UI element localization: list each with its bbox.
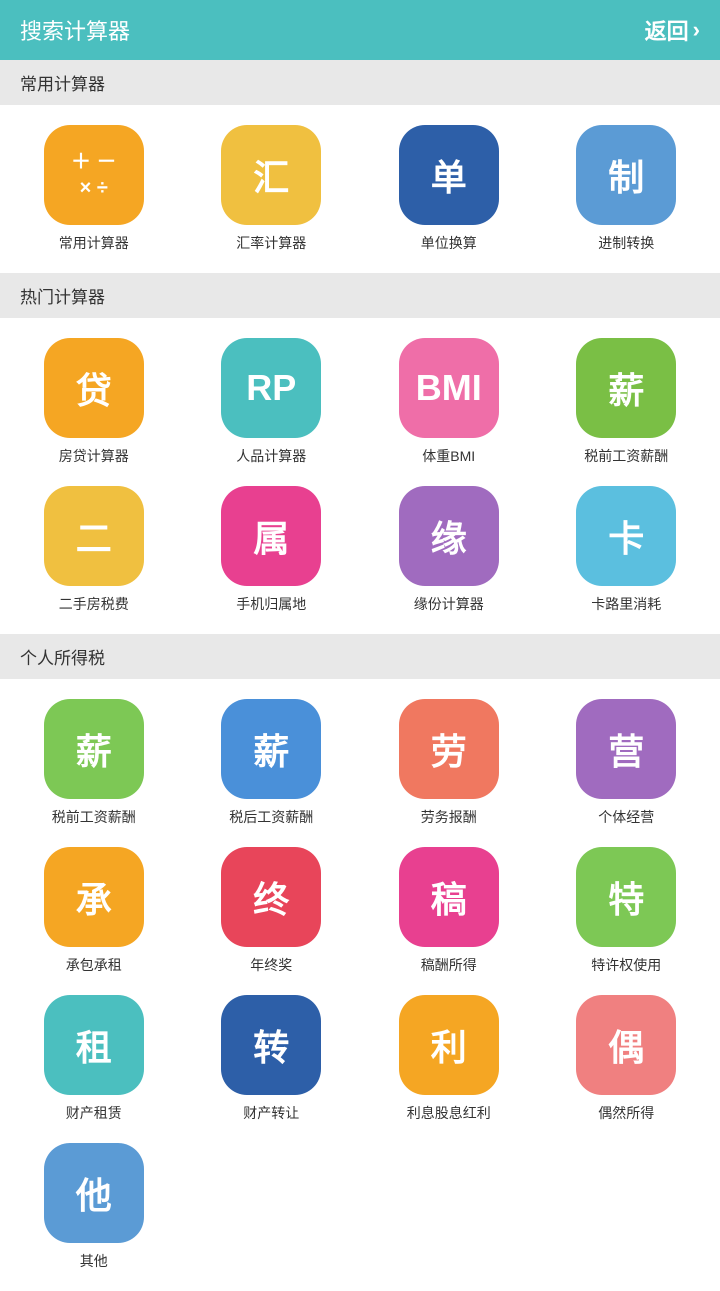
grid-item-contract[interactable]: 承承包承租 — [10, 847, 178, 975]
label-self-employ: 个体经营 — [598, 807, 654, 827]
grid-item-license[interactable]: 特特许权使用 — [543, 847, 711, 975]
grid-item-pretax-salary[interactable]: 薪税前工资薪酬 — [543, 338, 711, 466]
label-property-rent: 财产租赁 — [66, 1103, 122, 1123]
icon-calorie: 卡 — [576, 486, 676, 586]
app-header: 搜索计算器 返回 › — [0, 0, 720, 60]
label-occasional: 偶然所得 — [598, 1103, 654, 1123]
grid-item-phone-attr[interactable]: 属手机归属地 — [188, 486, 356, 614]
label-posttax-salary: 税后工资薪酬 — [229, 807, 313, 827]
icon-fate: 缘 — [399, 486, 499, 586]
icon-mortgage: 贷 — [44, 338, 144, 438]
icon-posttax-salary: 薪 — [221, 699, 321, 799]
label-second-house: 二手房税费 — [59, 594, 129, 614]
label-rp: 人品计算器 — [236, 446, 306, 466]
label-fate: 缘份计算器 — [414, 594, 484, 614]
grid-item-mortgage[interactable]: 贷房贷计算器 — [10, 338, 178, 466]
icon-phone-attr: 属 — [221, 486, 321, 586]
grid-item-unit-convert[interactable]: 单单位换算 — [365, 125, 533, 253]
icon-property-rent: 租 — [44, 995, 144, 1095]
grid-item-other[interactable]: 他其他 — [10, 1143, 178, 1271]
grid-common: ＋ －× ÷常用计算器汇汇率计算器单单位换算制进制转换 — [10, 125, 710, 253]
icon-base-convert: 制 — [576, 125, 676, 225]
icon-license: 特 — [576, 847, 676, 947]
label-contract: 承包承租 — [66, 955, 122, 975]
grid-item-interest[interactable]: 利利息股息红利 — [365, 995, 533, 1123]
label-license: 特许权使用 — [591, 955, 661, 975]
icon-common-calc: ＋ －× ÷ — [44, 125, 144, 225]
icon-contract: 承 — [44, 847, 144, 947]
icon-occasional: 偶 — [576, 995, 676, 1095]
icon-labor: 劳 — [399, 699, 499, 799]
label-common-calc: 常用计算器 — [59, 233, 129, 253]
label-mortgage: 房贷计算器 — [59, 446, 129, 466]
label-property-transfer: 财产转让 — [243, 1103, 299, 1123]
icon-bmi: BMI — [399, 338, 499, 438]
icon-second-house: 二 — [44, 486, 144, 586]
grid-section-hot: 贷房贷计算器RP人品计算器BMI体重BMI薪税前工资薪酬二二手房税费属手机归属地… — [0, 318, 720, 634]
grid-item-occasional[interactable]: 偶偶然所得 — [543, 995, 711, 1123]
grid-section-income-tax: 薪税前工资薪酬薪税后工资薪酬劳劳务报酬营个体经营承承包承租终年终奖稿稿酬所得特特… — [0, 679, 720, 1291]
label-bmi: 体重BMI — [422, 446, 475, 466]
icon-unit-convert: 单 — [399, 125, 499, 225]
icon-pretax-salary: 薪 — [576, 338, 676, 438]
section-label-income-tax: 个人所得税 — [0, 634, 720, 679]
grid-item-bmi[interactable]: BMI 体重BMI — [365, 338, 533, 466]
grid-item-fate[interactable]: 缘缘份计算器 — [365, 486, 533, 614]
label-manuscript: 稿酬所得 — [421, 955, 477, 975]
label-year-bonus: 年终奖 — [250, 955, 292, 975]
icon-exchange-rate: 汇 — [221, 125, 321, 225]
icon-self-employ: 营 — [576, 699, 676, 799]
grid-item-property-rent[interactable]: 租财产租赁 — [10, 995, 178, 1123]
grid-item-self-employ[interactable]: 营个体经营 — [543, 699, 711, 827]
grid-item-rp[interactable]: RP 人品计算器 — [188, 338, 356, 466]
grid-item-manuscript[interactable]: 稿稿酬所得 — [365, 847, 533, 975]
section-label-hot: 热门计算器 — [0, 273, 720, 318]
icon-pretax-salary2: 薪 — [44, 699, 144, 799]
section-label-common: 常用计算器 — [0, 60, 720, 105]
icon-year-bonus: 终 — [221, 847, 321, 947]
label-calorie: 卡路里消耗 — [591, 594, 661, 614]
icon-manuscript: 稿 — [399, 847, 499, 947]
icon-property-transfer: 转 — [221, 995, 321, 1095]
grid-section-common: ＋ －× ÷常用计算器汇汇率计算器单单位换算制进制转换 — [0, 105, 720, 273]
label-base-convert: 进制转换 — [598, 233, 654, 253]
label-labor: 劳务报酬 — [421, 807, 477, 827]
chevron-icon: › — [693, 17, 700, 43]
icon-rp: RP — [221, 338, 321, 438]
grid-hot: 贷房贷计算器RP人品计算器BMI体重BMI薪税前工资薪酬二二手房税费属手机归属地… — [10, 338, 710, 614]
back-label: 返回 — [645, 14, 689, 46]
grid-item-exchange-rate[interactable]: 汇汇率计算器 — [188, 125, 356, 253]
grid-item-calorie[interactable]: 卡卡路里消耗 — [543, 486, 711, 614]
header-title: 搜索计算器 — [20, 14, 130, 46]
label-pretax-salary: 税前工资薪酬 — [584, 446, 668, 466]
grid-item-year-bonus[interactable]: 终年终奖 — [188, 847, 356, 975]
label-pretax-salary2: 税前工资薪酬 — [52, 807, 136, 827]
label-phone-attr: 手机归属地 — [236, 594, 306, 614]
icon-other: 他 — [44, 1143, 144, 1243]
grid-item-pretax-salary2[interactable]: 薪税前工资薪酬 — [10, 699, 178, 827]
label-unit-convert: 单位换算 — [421, 233, 477, 253]
grid-item-posttax-salary[interactable]: 薪税后工资薪酬 — [188, 699, 356, 827]
grid-item-property-transfer[interactable]: 转财产转让 — [188, 995, 356, 1123]
grid-item-second-house[interactable]: 二二手房税费 — [10, 486, 178, 614]
app-content: 常用计算器＋ －× ÷常用计算器汇汇率计算器单单位换算制进制转换热门计算器贷房贷… — [0, 60, 720, 1291]
grid-item-base-convert[interactable]: 制进制转换 — [543, 125, 711, 253]
back-button[interactable]: 返回 › — [645, 14, 700, 46]
label-other: 其他 — [80, 1251, 108, 1271]
grid-item-labor[interactable]: 劳劳务报酬 — [365, 699, 533, 827]
grid-item-common-calc[interactable]: ＋ －× ÷ 常用计算器 — [10, 125, 178, 253]
grid-income-tax: 薪税前工资薪酬薪税后工资薪酬劳劳务报酬营个体经营承承包承租终年终奖稿稿酬所得特特… — [10, 699, 710, 1271]
label-interest: 利息股息红利 — [407, 1103, 491, 1123]
label-exchange-rate: 汇率计算器 — [236, 233, 306, 253]
icon-interest: 利 — [399, 995, 499, 1095]
